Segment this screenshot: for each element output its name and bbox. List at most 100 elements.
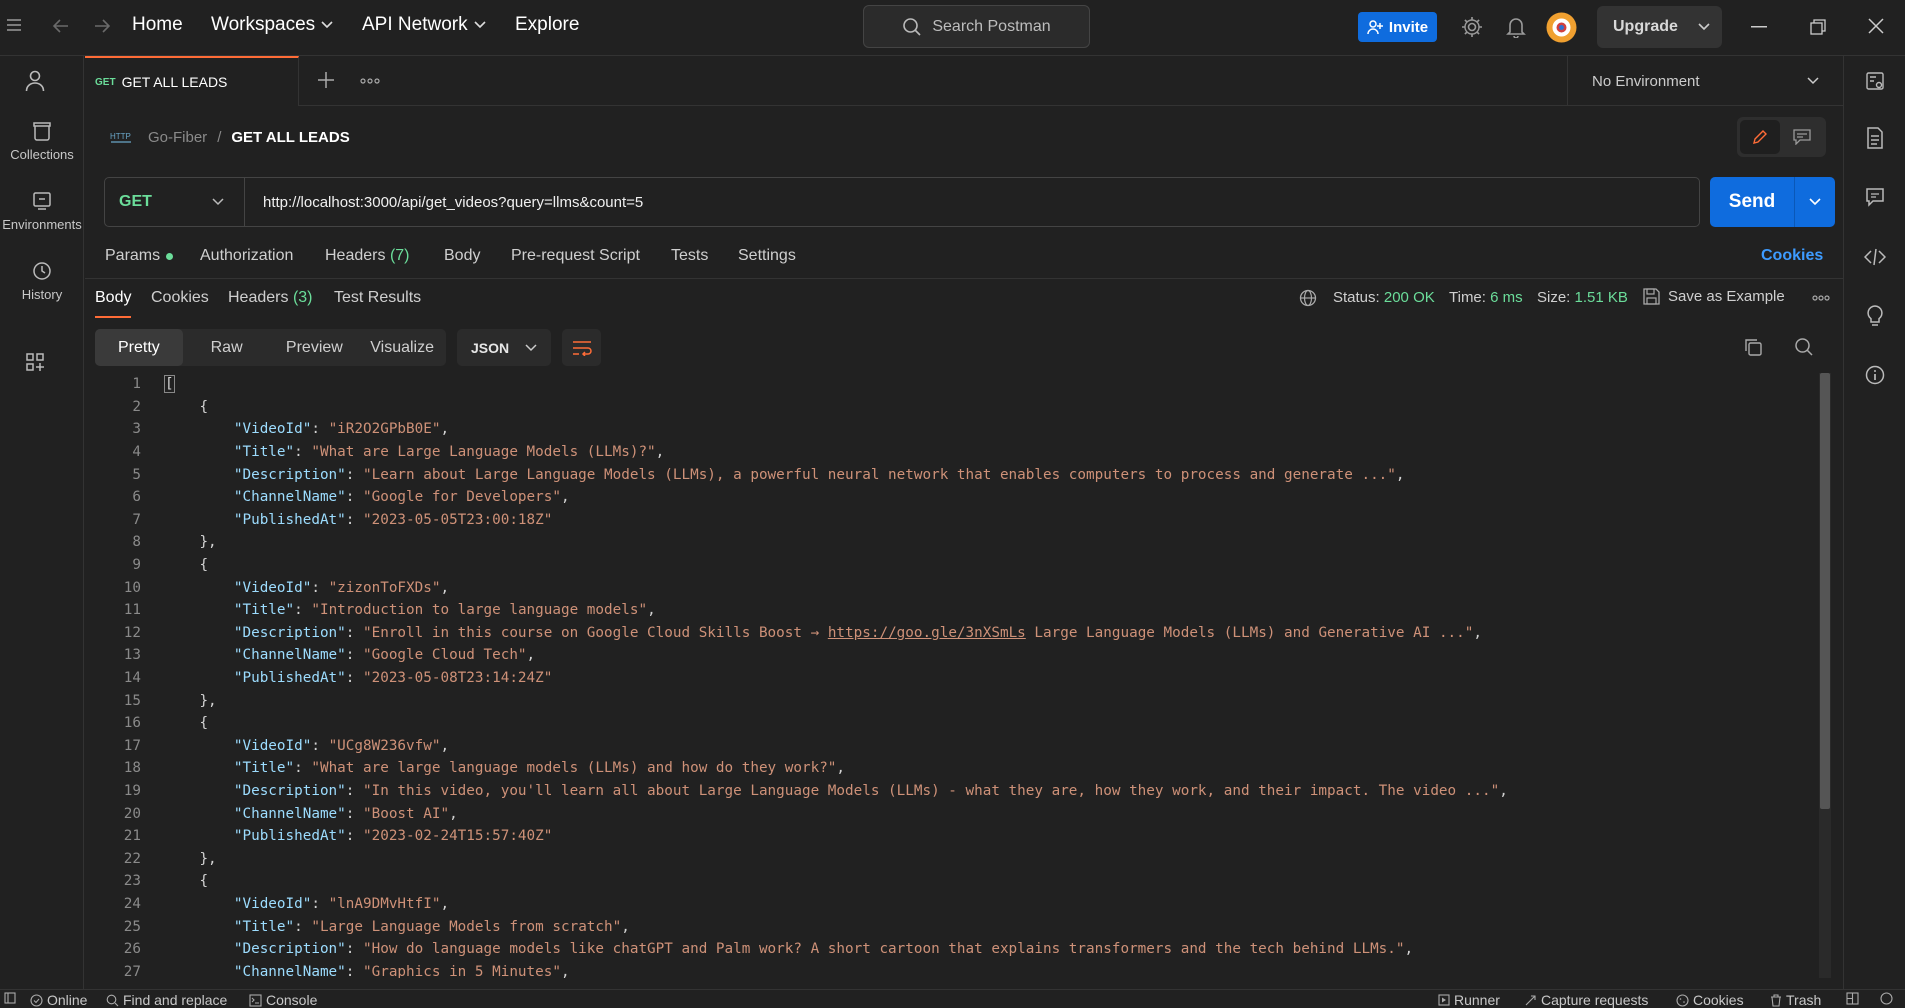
tab-settings[interactable]: Settings <box>738 247 796 265</box>
user-icon[interactable] <box>25 70 45 92</box>
nav-api-network[interactable]: API Network <box>362 14 486 36</box>
sidebar-item-environments[interactable]: Environments <box>0 191 84 232</box>
nav-home[interactable]: Home <box>132 14 183 36</box>
view-preview[interactable]: Preview <box>271 329 359 366</box>
method-select[interactable]: GET <box>105 178 245 226</box>
response-tab-cookies[interactable]: Cookies <box>151 289 209 307</box>
lightbulb-icon[interactable] <box>1865 305 1885 327</box>
minimize-icon[interactable] <box>1751 26 1767 28</box>
line-number: 26 <box>123 941 141 958</box>
format-select[interactable]: JSON <box>457 329 551 366</box>
response-time[interactable]: Time: 6 ms <box>1449 289 1523 306</box>
new-tab-plus-icon[interactable] <box>317 71 335 89</box>
console-button[interactable]: Console <box>249 992 317 1008</box>
url-input[interactable]: http://localhost:3000/api/get_videos?que… <box>245 194 643 211</box>
wrap-lines-button[interactable] <box>562 329 601 366</box>
menu-icon[interactable] <box>6 18 22 32</box>
send-button[interactable]: Send <box>1710 177 1835 227</box>
line-number: 10 <box>123 579 141 596</box>
tab-authorization[interactable]: Authorization <box>200 247 293 265</box>
sidebar-item-history[interactable]: History <box>0 261 84 302</box>
settings-gear-icon[interactable] <box>1460 15 1484 39</box>
cookies-link[interactable]: Cookies <box>1761 247 1823 265</box>
tab-body[interactable]: Body <box>444 247 480 265</box>
code-text: }, <box>141 850 217 867</box>
json-key: "PublishedAt" <box>233 670 346 687</box>
comment-icon[interactable] <box>1793 129 1811 145</box>
avatar[interactable] <box>1546 12 1577 43</box>
code-text: { <box>141 715 208 731</box>
info-icon[interactable] <box>1865 365 1885 385</box>
copy-icon[interactable] <box>1743 337 1763 357</box>
json-key: "VideoId" <box>233 421 312 438</box>
response-tab-body[interactable]: Body <box>95 289 132 318</box>
tab-headers[interactable]: Headers (7) <box>325 247 410 265</box>
sidebar-item-collections[interactable]: Collections <box>0 121 84 162</box>
nav-workspaces[interactable]: Workspaces <box>211 14 333 36</box>
globe-icon[interactable] <box>1299 289 1317 307</box>
runner-button[interactable]: Runner <box>1438 992 1500 1008</box>
response-tab-headers[interactable]: Headers (3) <box>228 289 313 307</box>
json-value: "What are Large Language Models (LLMs)?" <box>311 444 656 461</box>
cookie-icon <box>1676 993 1689 1007</box>
breadcrumb-collection[interactable]: Go-Fiber <box>148 129 207 146</box>
capture-requests-button[interactable]: Capture requests <box>1524 992 1648 1008</box>
search-response-icon[interactable] <box>1794 337 1814 357</box>
history-icon <box>33 262 51 280</box>
close-window-icon[interactable] <box>1868 18 1884 34</box>
notification-bell-icon[interactable] <box>1506 16 1526 38</box>
upgrade-button[interactable]: Upgrade <box>1597 6 1722 48</box>
response-body-editor[interactable]: 1[2 {3 "VideoId": "iR2O2GPbB0E", 4 "Title… <box>95 373 1819 978</box>
json-key: "Description" <box>233 624 346 641</box>
forward-arrow-icon[interactable] <box>93 17 111 35</box>
json-bracket: }, <box>199 850 217 867</box>
configure-workbench-icon[interactable] <box>25 352 45 372</box>
scrollbar-thumb[interactable] <box>1820 373 1830 809</box>
trash-button[interactable]: Trash <box>1770 992 1821 1008</box>
tab-prerequest-script[interactable]: Pre-request Script <box>511 247 640 265</box>
code-icon[interactable] <box>1864 248 1886 266</box>
restore-window-icon[interactable] <box>1810 19 1826 35</box>
view-visualize[interactable]: Visualize <box>358 329 446 366</box>
more-options-icon[interactable] <box>1812 295 1830 301</box>
search-input[interactable]: Search Postman <box>863 5 1090 48</box>
tab-params[interactable]: Params <box>105 247 174 265</box>
chevron-down-icon <box>525 343 537 351</box>
send-options-chevron-icon[interactable] <box>1795 198 1835 206</box>
toggle-sidebar-icon[interactable] <box>4 992 16 1004</box>
response-size[interactable]: Size: 1.51 KB <box>1537 289 1628 306</box>
json-key: "Title" <box>233 760 295 777</box>
view-pretty[interactable]: Pretty <box>95 329 183 366</box>
nav-explore[interactable]: Explore <box>515 14 579 36</box>
help-icon[interactable] <box>1880 992 1893 1005</box>
tab-get-all-leads[interactable]: GET GET ALL LEADS <box>85 56 299 106</box>
response-status[interactable]: Status: 200 OK <box>1333 289 1435 306</box>
tab-tests[interactable]: Tests <box>671 247 708 265</box>
documentation-icon[interactable] <box>1865 127 1885 149</box>
search-icon <box>106 994 119 1006</box>
code-line: 25 "Title": "Large Language Models from … <box>95 915 1819 938</box>
json-link[interactable]: https://goo.gle/3nXSmLs <box>828 625 1026 641</box>
json-bracket: }, <box>199 534 217 551</box>
json-value: "iR2O2GPbB0E" <box>328 421 441 438</box>
online-status[interactable]: Online <box>30 992 87 1008</box>
view-raw[interactable]: Raw <box>183 329 271 366</box>
code-line: 5 "Description": "Learn about Large Lang… <box>95 463 1819 486</box>
json-value: "UCg8W236vfw" <box>328 737 441 754</box>
layout-icon[interactable] <box>1846 992 1859 1005</box>
back-arrow-icon[interactable] <box>52 17 70 35</box>
edit-pencil-icon[interactable] <box>1740 120 1780 154</box>
json-key: "Title" <box>233 918 295 935</box>
breadcrumb-request[interactable]: GET ALL LEADS <box>231 129 349 146</box>
cookies-button[interactable]: Cookies <box>1676 992 1744 1008</box>
json-value: "zizonToFXDs" <box>328 579 441 596</box>
environment-quick-look-icon[interactable] <box>1865 71 1885 91</box>
save-as-example-button[interactable]: Save as Example <box>1643 288 1785 305</box>
more-tabs-icon[interactable] <box>360 78 380 84</box>
response-tab-test-results[interactable]: Test Results <box>334 289 421 307</box>
find-replace-button[interactable]: Find and replace <box>106 992 227 1008</box>
environment-select[interactable]: No Environment <box>1567 56 1843 106</box>
invite-button[interactable]: Invite <box>1358 12 1437 42</box>
code-text: "ChannelName": "Google for Developers", <box>233 489 570 506</box>
comments-icon[interactable] <box>1865 187 1885 207</box>
